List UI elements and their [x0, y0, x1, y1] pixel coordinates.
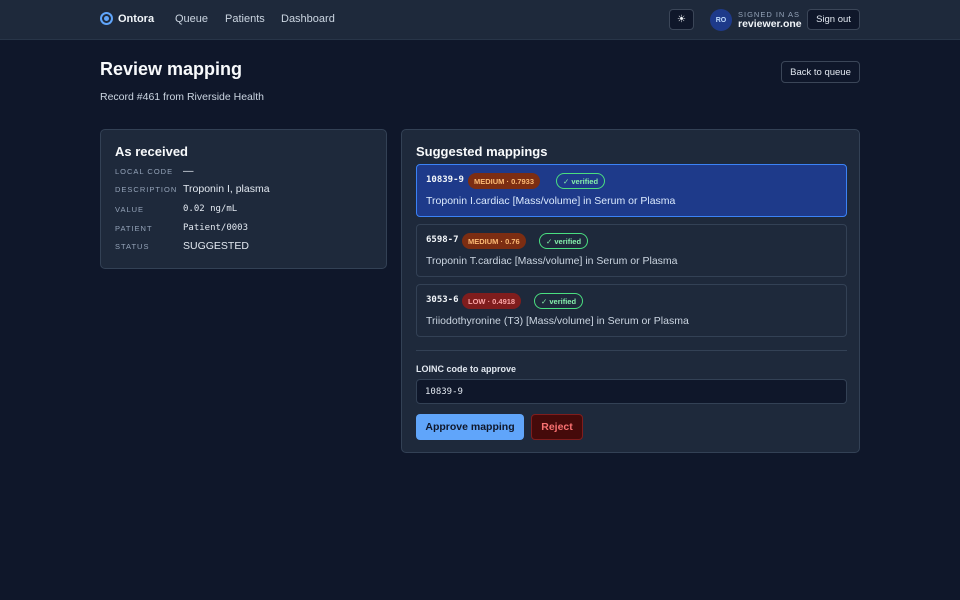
- nav-link-dashboard[interactable]: Dashboard: [281, 13, 335, 25]
- suggested-mappings-title: Suggested mappings: [416, 144, 548, 159]
- status-value: SUGGESTED: [183, 240, 249, 252]
- suggestion-description: Troponin I.cardiac [Mass/volume] in Seru…: [426, 195, 676, 207]
- suggestion-item[interactable]: 6598-7 MEDIUM · 0.76 ✓ verified Troponin…: [416, 224, 847, 277]
- value-label: VALUE: [115, 205, 145, 214]
- back-to-queue-button[interactable]: Back to queue: [781, 61, 860, 83]
- suggestion-item[interactable]: 3053-6 LOW · 0.4918 ✓ verified Triiodoth…: [416, 284, 847, 337]
- username: reviewer.one: [738, 18, 802, 30]
- loinc-code-label: LOINC code to approve: [416, 364, 517, 374]
- avatar: RO: [710, 9, 732, 31]
- divider: [416, 350, 847, 351]
- local-code-value: —: [183, 165, 194, 177]
- description-label: DESCRIPTION: [115, 185, 178, 194]
- status-label: STATUS: [115, 242, 150, 251]
- brand[interactable]: Ontora: [100, 12, 154, 25]
- theme-toggle-button[interactable]: ☀: [669, 9, 694, 30]
- patient-label: PATIENT: [115, 224, 153, 233]
- suggestion-code: 3053-6: [426, 295, 459, 305]
- suggestion-description: Troponin T.cardiac [Mass/volume] in Seru…: [426, 255, 678, 267]
- suggestion-code: 6598-7: [426, 235, 459, 245]
- nav-link-patients[interactable]: Patients: [225, 13, 265, 25]
- sun-icon: ☀: [677, 14, 686, 25]
- local-code-label: LOCAL CODE: [115, 167, 174, 176]
- confidence-badge: MEDIUM · 0.76: [462, 233, 526, 249]
- suggestion-code: 10839-9: [426, 175, 464, 185]
- confidence-badge: MEDIUM · 0.7933: [468, 173, 541, 189]
- top-navigation-bar: Ontora Queue Patients Dashboard ☀ RO SIG…: [0, 0, 960, 40]
- loinc-code-input[interactable]: [416, 379, 847, 404]
- suggestion-item-selected[interactable]: 10839-9 MEDIUM · 0.7933 ✓ verified Tropo…: [416, 164, 847, 217]
- patient-value: Patient/0003: [183, 223, 249, 233]
- sign-out-button[interactable]: Sign out: [807, 9, 860, 30]
- reject-button[interactable]: Reject: [531, 414, 583, 440]
- suggestion-description: Triiodothyronine (T3) [Mass/volume] in S…: [426, 315, 689, 327]
- verified-badge: ✓ verified: [539, 233, 589, 249]
- nav-link-queue[interactable]: Queue: [175, 13, 208, 25]
- verified-badge: ✓ verified: [556, 173, 606, 189]
- suggested-mappings-card: Suggested mappings 10839-9 MEDIUM · 0.79…: [401, 129, 860, 453]
- page-subtitle: Record #461 from Riverside Health: [100, 91, 264, 103]
- target-icon: [100, 12, 113, 25]
- page-title: Review mapping: [100, 59, 243, 79]
- brand-name: Ontora: [118, 12, 155, 25]
- approve-mapping-button[interactable]: Approve mapping: [416, 414, 524, 440]
- verified-badge: ✓ verified: [534, 293, 584, 309]
- as-received-title: As received: [115, 144, 188, 159]
- value-value: 0.02 ng/mL: [183, 204, 238, 214]
- description-value: Troponin I, plasma: [183, 183, 270, 195]
- confidence-badge: LOW · 0.4918: [462, 293, 522, 309]
- as-received-card: As received LOCAL CODE — DESCRIPTION Tro…: [100, 129, 387, 269]
